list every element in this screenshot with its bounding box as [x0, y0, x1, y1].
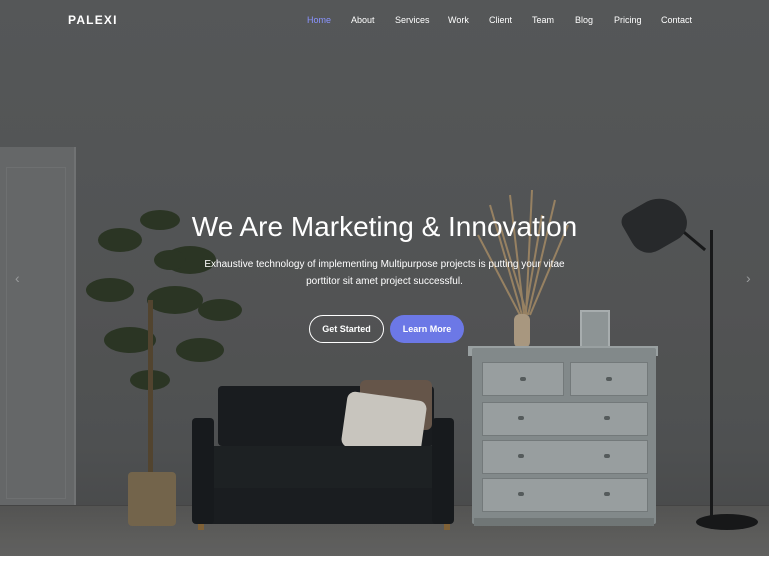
- hero-subtitle-line-1: Exhaustive technology of implementing Mu…: [204, 259, 565, 270]
- get-started-button[interactable]: Get Started: [309, 315, 384, 343]
- hero-subtitle-line-2: porttitor sit amet project successful.: [306, 276, 463, 287]
- top-navigation: PALEXI Home About Services Work Client T…: [0, 0, 769, 42]
- nav-item-home[interactable]: Home: [307, 15, 331, 25]
- nav-menu: Home About Services Work Client Team Blo…: [296, 15, 692, 25]
- nav-item-about[interactable]: About: [351, 15, 375, 25]
- chevron-left-icon[interactable]: ‹: [15, 270, 20, 286]
- nav-item-pricing[interactable]: Pricing: [614, 15, 642, 25]
- learn-more-button[interactable]: Learn More: [390, 315, 464, 343]
- hero-section: PALEXI Home About Services Work Client T…: [0, 0, 769, 556]
- chevron-right-icon[interactable]: ›: [746, 270, 751, 286]
- nav-item-contact[interactable]: Contact: [661, 15, 692, 25]
- nav-item-work[interactable]: Work: [448, 15, 469, 25]
- hero-subtitle: Exhaustive technology of implementing Mu…: [0, 256, 769, 290]
- nav-item-services[interactable]: Services: [395, 15, 430, 25]
- brand-logo[interactable]: PALEXI: [68, 13, 118, 27]
- hero-title: We Are Marketing & Innovation: [191, 211, 578, 242]
- nav-item-team[interactable]: Team: [532, 15, 554, 25]
- nav-item-client[interactable]: Client: [489, 15, 512, 25]
- nav-item-blog[interactable]: Blog: [575, 15, 593, 25]
